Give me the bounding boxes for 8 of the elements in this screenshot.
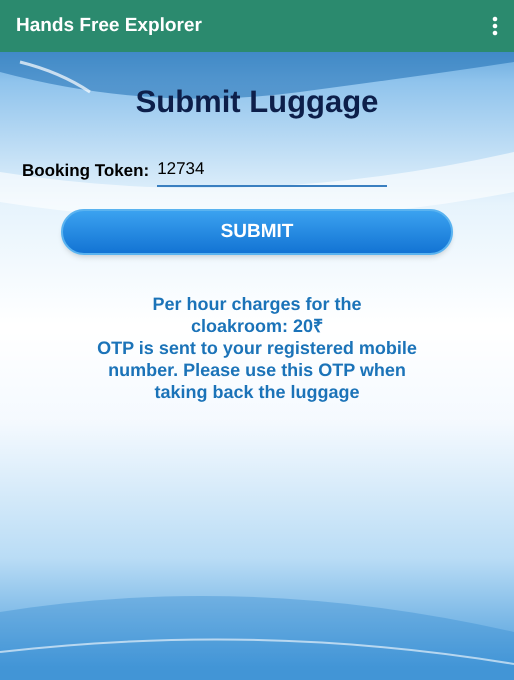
booking-token-field[interactable]: 12734 bbox=[157, 156, 388, 187]
page-heading: Submit Luggage bbox=[136, 83, 378, 121]
submit-button[interactable]: SUBMIT bbox=[61, 209, 453, 255]
field-label: Booking Token: bbox=[22, 160, 150, 182]
app-bar-title: Hands Free Explorer bbox=[16, 14, 202, 38]
info-text: OTP is sent to your registered mobile number. Please use this OTP when taking back the luggage bbox=[96, 337, 418, 403]
info-text: Per hour charges for the cloakroom: 20₹ bbox=[151, 293, 363, 337]
more-options-icon[interactable] bbox=[492, 16, 498, 36]
